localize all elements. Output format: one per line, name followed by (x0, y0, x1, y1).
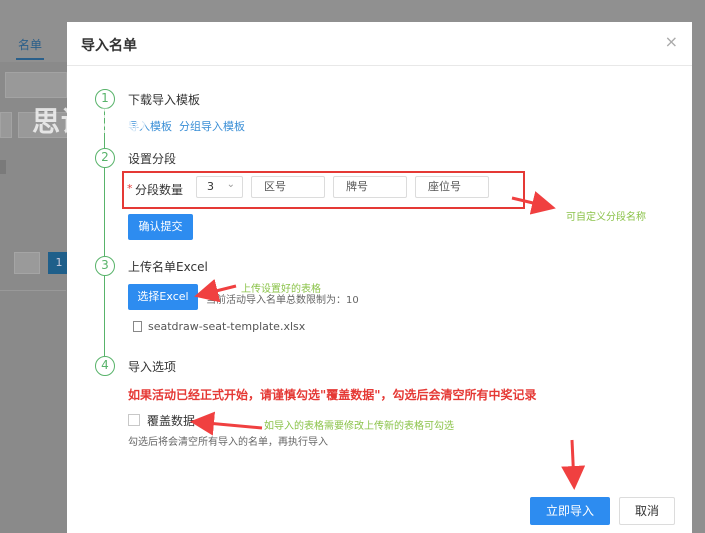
import-roster-dialog: 导入名单 × 1 下载导入模板 导入模板 分组导入模板 2 设置分段 * 分段数… (67, 22, 692, 533)
step-3-badge: 3 (95, 256, 115, 276)
upload-annotation: 上传设置好的表格 (241, 284, 321, 295)
overwrite-hint: 勾选后将会清空所有导入的名单，再执行导入 (128, 437, 328, 448)
segment-name-input-3[interactable]: 座位号 (415, 176, 489, 198)
background-divider (0, 290, 66, 291)
overwrite-annotation: 如导入的表格需要修改上传新的表格可勾选 (264, 421, 454, 432)
background-input (5, 72, 67, 98)
steps-timeline (104, 106, 105, 366)
choose-excel-button[interactable]: 选择Excel (128, 284, 198, 310)
overwrite-checkbox-label[interactable]: 覆盖数据 (147, 412, 195, 429)
step-4-badge: 4 (95, 356, 115, 376)
overwrite-warning: 如果活动已经正式开始，请谨慎勾选"覆盖数据"，勾选后会清空所有中奖记录 (128, 388, 537, 402)
overwrite-checkbox[interactable] (128, 414, 140, 426)
segment-annotation: 可自定义分段名称 (566, 212, 646, 223)
segment-count-label: 分段数量 (135, 183, 184, 197)
step-2-badge: 2 (95, 148, 115, 168)
confirm-submit-button[interactable]: 确认提交 (128, 214, 193, 240)
import-now-button[interactable]: 立即导入 (530, 497, 610, 525)
close-icon[interactable]: × (665, 32, 678, 51)
tab-active-indicator (16, 58, 44, 60)
cancel-button[interactable]: 取消 (619, 497, 675, 525)
step-3-title: 上传名单Excel (128, 260, 208, 274)
background-edge (690, 0, 705, 533)
background-input (0, 112, 12, 138)
chevron-down-icon: ⌄ (226, 179, 235, 190)
step-4-title: 导入选项 (128, 360, 177, 374)
watermark-logo: 思讯互动 (32, 105, 149, 138)
segment-name-input-1[interactable]: 区号 (251, 176, 325, 198)
segment-name-input-2[interactable]: 牌号 (333, 176, 407, 198)
step-2-title: 设置分段 (128, 152, 177, 166)
dialog-header: 导入名单 × (67, 22, 692, 66)
tab-roster[interactable]: 名单 (18, 36, 42, 53)
download-group-template-link[interactable]: 分组导入模板 (179, 118, 245, 134)
dialog-title: 导入名单 (81, 38, 137, 54)
required-marker: * (127, 182, 133, 195)
background-row (0, 160, 6, 174)
pagination-prev-button[interactable] (14, 252, 40, 274)
segment-count-select[interactable]: 3 ⌄ (196, 176, 243, 198)
uploaded-file-name: seatdraw-seat-template.xlsx (148, 320, 306, 333)
file-icon (133, 321, 142, 332)
segment-count-value: 3 (207, 180, 214, 193)
